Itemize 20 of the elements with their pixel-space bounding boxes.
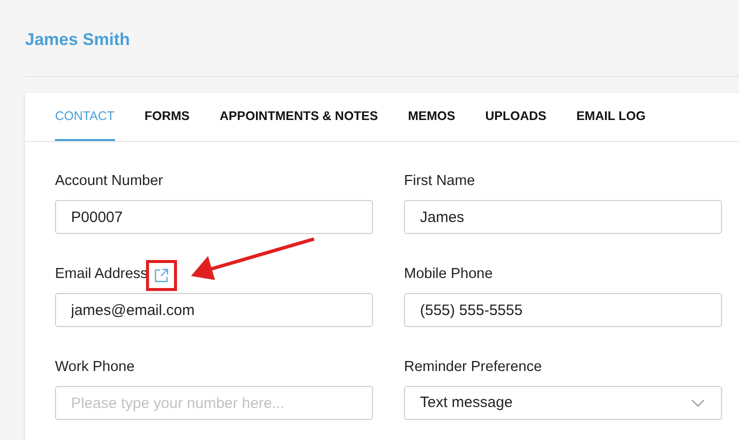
chevron-down-icon <box>691 399 705 407</box>
input-field[interactable]: james@email.com <box>55 293 373 327</box>
field-label: Account Number <box>55 172 163 192</box>
tab[interactable]: EMAIL LOG <box>576 93 646 141</box>
tab[interactable]: FORMS <box>144 93 190 141</box>
input-field[interactable]: James <box>404 200 722 234</box>
tab[interactable]: MEMOS <box>408 93 456 141</box>
external-link-icon[interactable] <box>154 268 169 282</box>
field-label: Work Phone <box>55 358 135 378</box>
dropdown[interactable]: Text message <box>404 386 722 420</box>
field-label: Email Address <box>55 265 148 284</box>
field-label: Reminder Preference <box>404 358 542 378</box>
field-label: Mobile Phone <box>404 265 493 284</box>
tab[interactable]: UPLOADS <box>485 93 546 141</box>
tab[interactable]: APPOINTMENTS & NOTES <box>220 93 378 141</box>
input-field[interactable]: P00007 <box>55 200 373 234</box>
page-title: James Smith <box>25 29 131 51</box>
input-field[interactable]: Please type your number here... <box>55 386 373 420</box>
input-field[interactable]: (555) 555-5555 <box>404 293 722 327</box>
field-label: First Name <box>404 172 475 192</box>
